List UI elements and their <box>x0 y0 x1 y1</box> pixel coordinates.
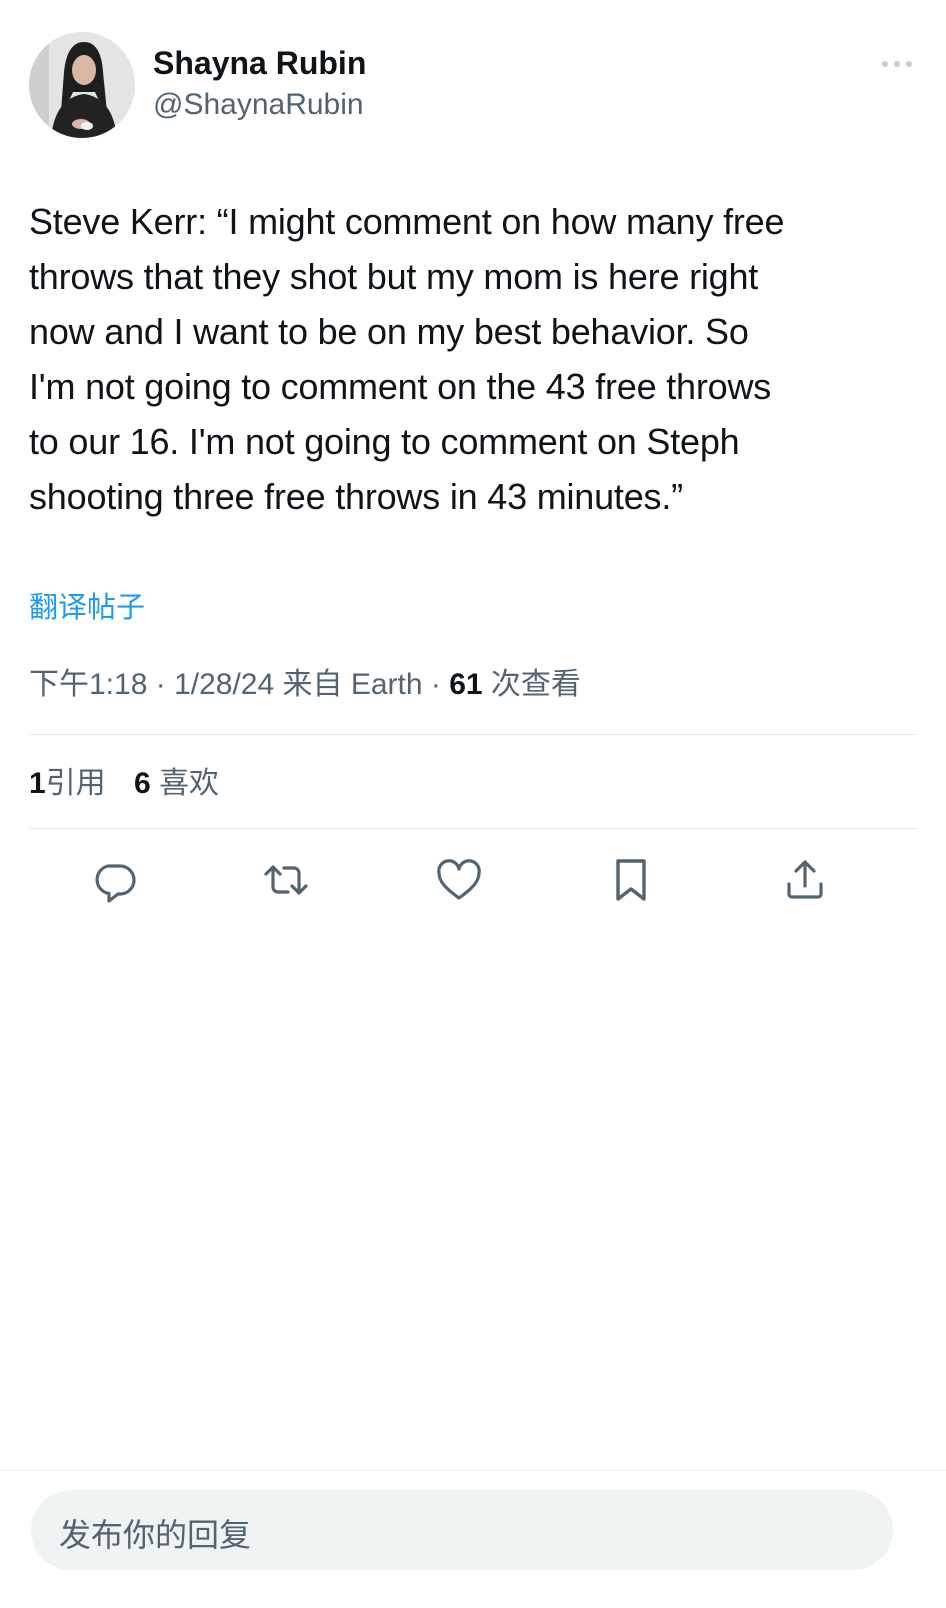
author-handle[interactable]: @ShaynaRubin <box>153 86 366 124</box>
views-label: 次查看 <box>482 668 581 701</box>
likes-stat[interactable]: 6 喜欢 <box>134 767 219 800</box>
quotes-stat[interactable]: 1引用 <box>29 767 106 800</box>
more-options-icon[interactable] <box>877 54 917 74</box>
tweet-stats: 1引用 6 喜欢 <box>29 758 239 802</box>
likes-count: 6 <box>134 767 151 800</box>
reply-input[interactable]: 发布你的回复 <box>31 1490 893 1570</box>
author-display-name[interactable]: Shayna Rubin <box>153 44 366 82</box>
tweet-time[interactable]: 下午1:18 <box>29 668 147 701</box>
tweet-line: throws that they shot but my mom is here… <box>29 256 759 297</box>
tweet-line: to our 16. I'm not going to comment on S… <box>29 421 740 462</box>
tweet-line: Steve Kerr: “I might comment on how many… <box>29 201 785 242</box>
meta-separator: · <box>422 668 450 701</box>
bookmark-icon[interactable] <box>603 852 659 908</box>
tweet-meta: 下午1:18 · 1/28/24 来自 Earth · 61 次查看 <box>29 659 581 703</box>
retweet-icon[interactable] <box>258 852 314 908</box>
like-icon[interactable] <box>431 852 487 908</box>
divider <box>29 828 917 829</box>
translate-post-link[interactable]: 翻译帖子 <box>29 584 145 626</box>
views-count: 61 <box>449 668 483 701</box>
avatar-photo <box>29 32 135 138</box>
avatar[interactable] <box>29 32 135 138</box>
share-icon[interactable] <box>777 852 833 908</box>
tweet-date[interactable]: 1/28/24 <box>174 668 274 701</box>
likes-label: 喜欢 <box>159 767 220 800</box>
reply-placeholder: 发布你的回复 <box>59 1517 252 1553</box>
tweet-line: shooting three free throws in 43 minutes… <box>29 476 683 517</box>
quotes-label: 引用 <box>45 767 106 800</box>
divider <box>0 1470 946 1471</box>
author-names: Shayna Rubin @ShaynaRubin <box>153 44 366 124</box>
tweet-header: Shayna Rubin @ShaynaRubin <box>29 32 919 138</box>
reply-icon[interactable] <box>86 852 142 908</box>
quotes-count: 1 <box>29 767 46 800</box>
tweet-source: 来自 Earth <box>274 668 423 701</box>
tweet-line: I'm not going to comment on the 43 free … <box>29 366 772 407</box>
tweet-line: now and I want to be on my best behavior… <box>29 311 749 352</box>
divider <box>29 734 917 735</box>
tweet-body: Steve Kerr: “I might comment on how many… <box>29 194 909 524</box>
meta-separator: · <box>147 668 175 701</box>
action-bar <box>0 852 946 908</box>
tweet-detail-page: Shayna Rubin @ShaynaRubin Steve Kerr: “I… <box>0 0 946 1608</box>
